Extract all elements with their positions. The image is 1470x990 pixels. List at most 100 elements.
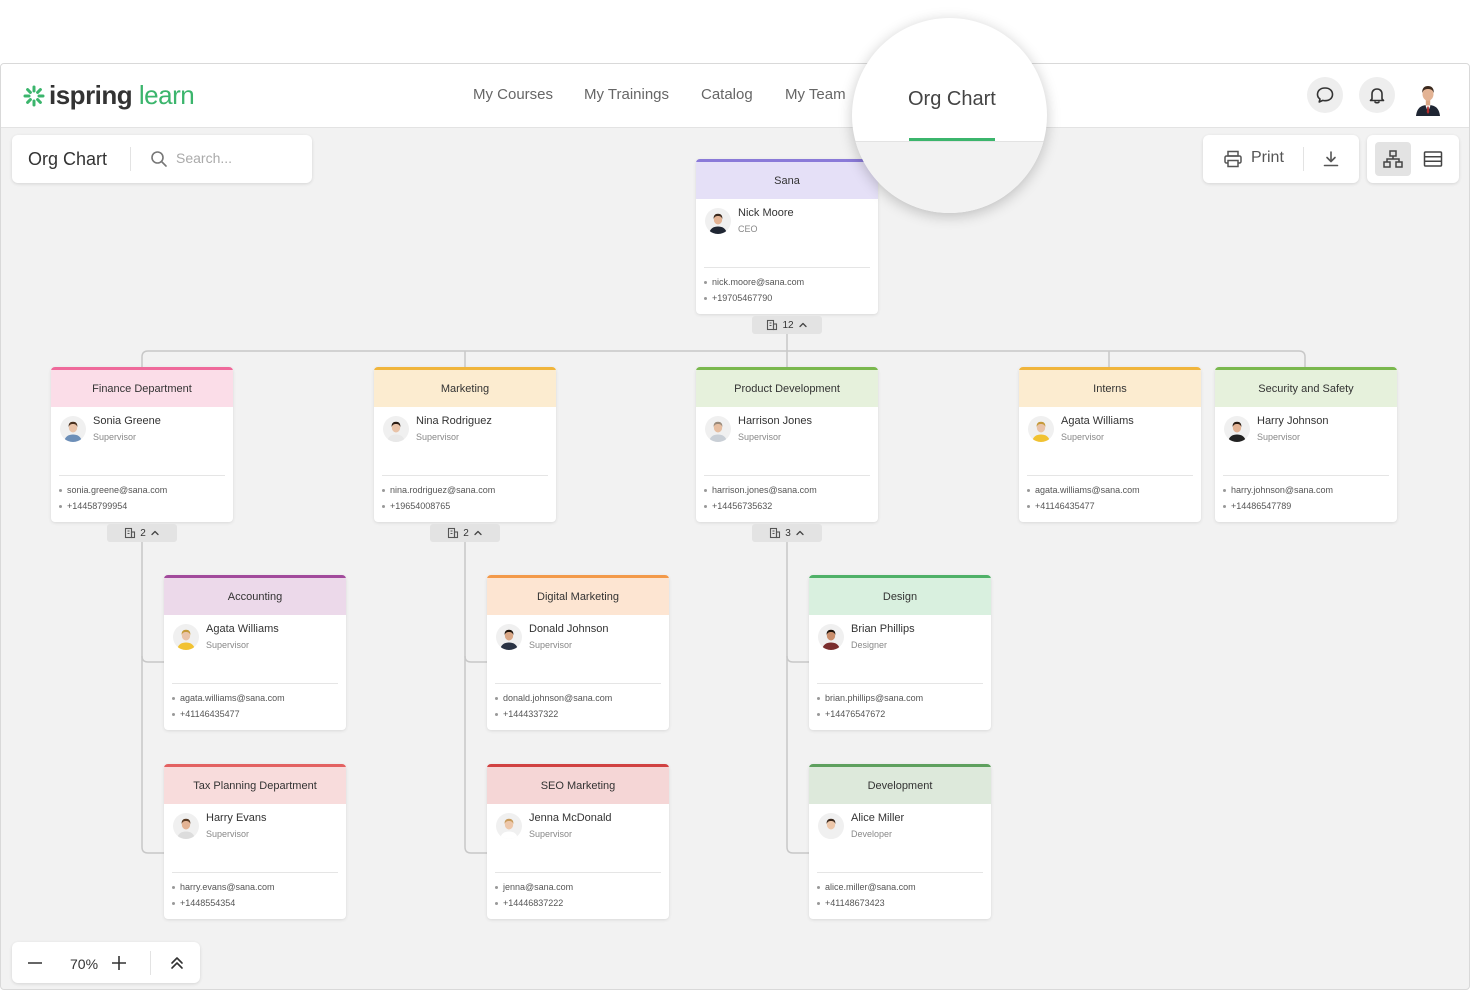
member-phone: +19654008765 — [382, 501, 450, 511]
notifications-button[interactable] — [1359, 77, 1395, 113]
org-card-product[interactable]: Product Development Harrison Jones Supervi… — [696, 367, 878, 522]
member-email[interactable]: agata.williams@sana.com — [1027, 485, 1140, 495]
connector-marketing-tree — [464, 542, 487, 854]
nav-my-courses[interactable]: My Courses — [473, 86, 553, 103]
minus-icon — [28, 962, 42, 964]
member-email-text: harry.evans@sana.com — [180, 882, 275, 892]
member-email[interactable]: jenna@sana.com — [495, 882, 573, 892]
member-email[interactable]: donald.johnson@sana.com — [495, 693, 612, 703]
card-header: SEO Marketing — [487, 764, 669, 804]
card-divider — [1027, 475, 1193, 476]
org-card-seo[interactable]: SEO Marketing Jenna McDonald Supervisor jen… — [487, 764, 669, 919]
member-email[interactable]: alice.miller@sana.com — [817, 882, 916, 892]
member-name[interactable]: Agata Williams — [206, 623, 279, 635]
zoom-out-button[interactable] — [22, 951, 48, 975]
member-phone-text: +14456735632 — [712, 501, 773, 511]
org-card-sana[interactable]: Sana Nick Moore CEO nick.moore@sana.com +197… — [696, 159, 878, 314]
card-divider — [1223, 475, 1389, 476]
member-name[interactable]: Agata Williams — [1061, 415, 1134, 427]
member-name[interactable]: Jenna McDonald — [529, 812, 612, 824]
plus-icon — [112, 956, 126, 970]
chevron-up-icon — [151, 530, 159, 536]
org-card-interns[interactable]: Interns Agata Williams Supervisor agata.wil… — [1019, 367, 1201, 522]
app-window: ispring learn My Courses My Trainings Ca… — [0, 63, 1470, 990]
member-avatar — [60, 416, 86, 442]
member-email[interactable]: agata.williams@sana.com — [172, 693, 285, 703]
card-department: Sana — [774, 174, 800, 187]
nav-catalog[interactable]: Catalog — [701, 86, 753, 103]
member-name[interactable]: Brian Phillips — [851, 623, 915, 635]
member-email[interactable]: harrison.jones@sana.com — [704, 485, 817, 495]
card-department: Design — [882, 590, 918, 603]
member-name[interactable]: Donald Johnson — [529, 623, 609, 635]
nav-my-team[interactable]: My Team — [785, 86, 846, 103]
member-email[interactable]: nina.rodriguez@sana.com — [382, 485, 495, 495]
member-phone: +14476547672 — [817, 709, 885, 719]
print-button[interactable]: Print — [1203, 135, 1301, 183]
member-role: CEO — [738, 224, 758, 234]
org-card-tax[interactable]: Tax Planning Department Harry Evans Superv… — [164, 764, 346, 919]
member-role: Developer — [851, 829, 893, 839]
sparkle-logo-icon — [23, 85, 45, 106]
member-role: Supervisor — [206, 829, 250, 839]
ispring-logo[interactable]: ispring learn — [23, 80, 195, 111]
member-email-text: donald.johnson@sana.com — [503, 693, 613, 703]
chat-button[interactable] — [1307, 77, 1343, 113]
collapse-all-button[interactable] — [164, 951, 190, 975]
member-name[interactable]: Sonia Greene — [93, 415, 161, 427]
member-email[interactable]: sonia.greene@sana.com — [59, 485, 167, 495]
search-input[interactable] — [176, 147, 306, 169]
member-email[interactable]: harry.evans@sana.com — [172, 882, 275, 892]
member-avatar — [496, 624, 522, 650]
list-view-button[interactable] — [1415, 142, 1451, 176]
nav-org-chart[interactable]: Org Chart — [908, 88, 996, 111]
nav-my-trainings[interactable]: My Trainings — [584, 86, 669, 103]
chevron-up-icon — [474, 530, 482, 536]
member-name[interactable]: Harry Evans — [206, 812, 267, 824]
org-card-development[interactable]: Development Alice Miller Developer alice.mi… — [809, 764, 991, 919]
org-card-finance[interactable]: Finance Department Sonia Greene Supervisor… — [51, 367, 233, 522]
member-name[interactable]: Nina Rodriguez — [416, 415, 492, 427]
member-email[interactable]: harry.johnson@sana.com — [1223, 485, 1333, 495]
connector-top-bus — [141, 350, 1306, 367]
member-role: Supervisor — [416, 432, 460, 442]
member-name[interactable]: Harrison Jones — [738, 415, 812, 427]
search-icon — [151, 151, 167, 167]
subunit-count: 3 — [785, 527, 791, 539]
member-avatar — [173, 624, 199, 650]
card-divider — [495, 872, 661, 873]
card-header: Interns — [1019, 367, 1201, 407]
member-phone-text: +1448554354 — [180, 898, 236, 908]
org-card-security[interactable]: Security and Safety Harry Johnson Supervis… — [1215, 367, 1397, 522]
card-department: Product Development — [734, 382, 840, 395]
member-name[interactable]: Alice Miller — [851, 812, 904, 824]
connector-digital — [464, 655, 487, 663]
logo-word-learn: learn — [138, 80, 195, 110]
subunit-count: 2 — [140, 527, 146, 539]
member-phone-text: +19705467790 — [712, 293, 773, 303]
subunit-count-toggle[interactable]: 12 — [752, 316, 822, 334]
subunit-count-toggle[interactable]: 2 — [430, 524, 500, 542]
double-chevron-up-icon — [171, 957, 183, 969]
org-card-marketing[interactable]: Marketing Nina Rodriguez Supervisor nina.ro… — [374, 367, 556, 522]
zoom-in-button[interactable] — [106, 951, 132, 975]
card-header: Marketing — [374, 367, 556, 407]
title-divider — [130, 147, 131, 171]
user-avatar[interactable] — [1409, 78, 1447, 116]
member-name[interactable]: Harry Johnson — [1257, 415, 1329, 427]
member-role: Supervisor — [206, 640, 250, 650]
subunit-count-toggle[interactable]: 2 — [107, 524, 177, 542]
org-card-design[interactable]: Design Brian Phillips Designer brian.philli… — [809, 575, 991, 730]
org-chart-view-button[interactable] — [1375, 142, 1411, 176]
org-card-digital[interactable]: Digital Marketing Donald Johnson Superviso… — [487, 575, 669, 730]
magnifier-canvas-area — [852, 142, 1047, 213]
download-button[interactable] — [1313, 142, 1349, 176]
member-email[interactable]: nick.moore@sana.com — [704, 277, 804, 287]
member-avatar — [818, 813, 844, 839]
card-divider — [382, 475, 548, 476]
subunit-count-toggle[interactable]: 3 — [752, 524, 822, 542]
member-email[interactable]: brian.phillips@sana.com — [817, 693, 923, 703]
org-card-accounting[interactable]: Accounting Agata Williams Supervisor agata.… — [164, 575, 346, 730]
member-role: Supervisor — [738, 432, 782, 442]
member-name[interactable]: Nick Moore — [738, 207, 794, 219]
